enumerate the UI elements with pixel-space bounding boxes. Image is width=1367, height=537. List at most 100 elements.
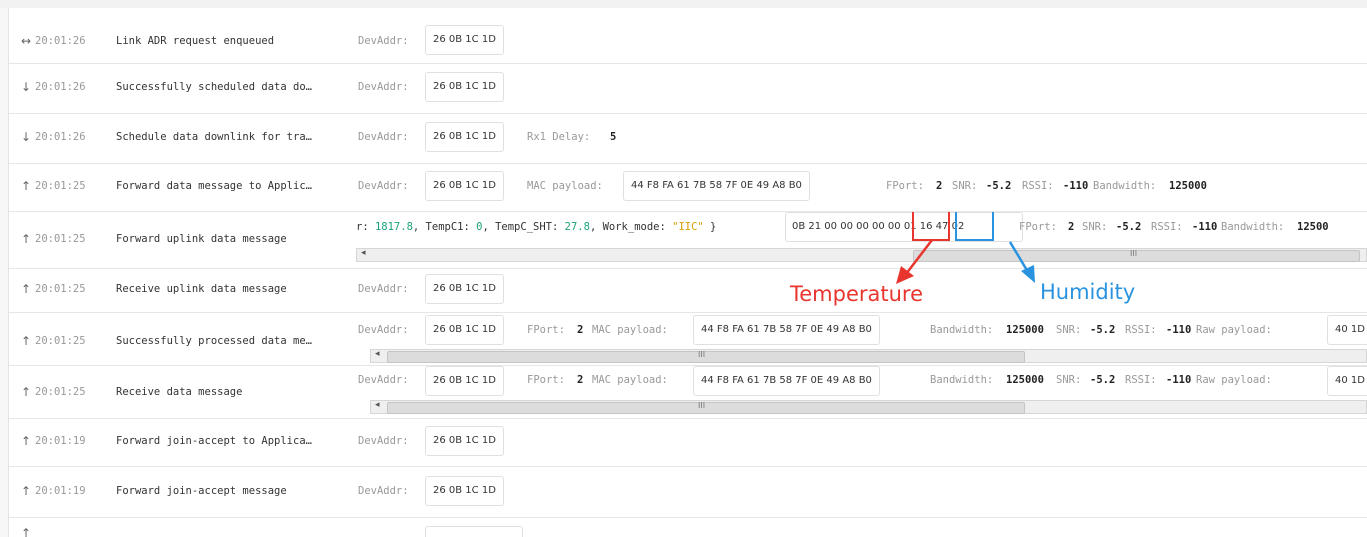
log-time: 20:01:19 (35, 435, 86, 447)
log-message: Successfully scheduled data do… (116, 81, 312, 93)
raw-payload-value[interactable]: 40 1D (1327, 366, 1367, 396)
log-time: 20:01:26 (35, 35, 86, 47)
bandwidth-value: 12500 (1297, 221, 1329, 233)
log-row[interactable]: ↑ 20:01:19 Forward join-accept message D… (9, 467, 1367, 518)
horizontal-scrollbar[interactable]: ◂ III (370, 400, 1367, 414)
log-row[interactable]: ↑ 20:01:25 Forward uplink data message r… (9, 212, 1367, 269)
log-time: 20:01:19 (35, 485, 86, 497)
log-time: 20:01:25 (35, 386, 86, 398)
mac-payload-value[interactable]: 44 F8 FA 61 7B 58 7F 0E 49 A8 B0 (693, 366, 880, 396)
devaddr-label: DevAddr: (358, 131, 409, 143)
fport-value: 2 (577, 324, 584, 336)
left-gutter (0, 8, 9, 537)
devaddr-label: DevAddr: (358, 180, 409, 192)
bandwidth-label: Bandwidth: (1221, 221, 1285, 233)
decoded-object: r: 1817.8, TempC1: 0, TempC_SHT: 27.8, W… (356, 221, 717, 233)
raw-payload-value[interactable]: 40 1D (1327, 315, 1367, 345)
humidity-annotation: Humidity (1040, 280, 1136, 304)
scrollbar-thumb[interactable]: III (387, 401, 1025, 414)
snr-label: SNR: (1056, 374, 1082, 386)
arrow-up-icon: ↑ (21, 484, 32, 498)
rssi-value: -110 (1166, 324, 1192, 336)
log-message: Forward join-accept message (116, 485, 287, 497)
devaddr-value[interactable]: 26 0B 1C 1D (425, 476, 504, 506)
log-row[interactable]: ↓ 20:01:26 Successfully scheduled data d… (9, 64, 1367, 114)
devaddr-value[interactable]: 26 0B 1C 1D (425, 171, 504, 201)
devaddr-label: DevAddr: (358, 374, 409, 386)
log-time: 20:01:25 (35, 283, 86, 295)
mac-payload-label: MAC payload: (527, 180, 603, 192)
log-message: Forward join-accept to Applica… (116, 435, 312, 447)
bandwidth-label: Bandwidth: (930, 324, 994, 336)
scrollbar-thumb[interactable]: III (387, 350, 1025, 363)
log-row[interactable]: ↓ 20:01:26 Schedule data downlink for tr… (9, 114, 1367, 164)
devaddr-value[interactable]: 26 0B 1C 1D (425, 426, 504, 456)
raw-payload-label: Raw payload: (1196, 374, 1272, 386)
top-bar (0, 0, 1367, 8)
snr-label: SNR: (952, 180, 978, 192)
devaddr-value[interactable]: 26 0B 1C 1D (425, 72, 504, 102)
scrollbar-thumb[interactable]: III (913, 249, 1360, 262)
rx1-delay-label: Rx1 Delay: (527, 131, 591, 143)
scrollbar-grip: III (698, 350, 706, 359)
devaddr-value[interactable]: 26 0B 1C 1D (425, 25, 504, 55)
raw-payload-label: Raw payload: (1196, 324, 1272, 336)
rssi-label: RSSI: (1022, 180, 1054, 192)
fport-label: FPort: (527, 324, 565, 336)
snr-label: SNR: (1056, 324, 1082, 336)
bandwidth-value: 125000 (1006, 324, 1044, 336)
devaddr-label: DevAddr: (358, 485, 409, 497)
devaddr-value[interactable]: 26 0B 1C 1D (425, 122, 504, 152)
devaddr-value[interactable]: 26 0B 1C 1D (425, 274, 504, 304)
fport-value: 2 (936, 180, 943, 192)
devaddr-label: DevAddr: (358, 435, 409, 447)
fport-label: FPort: (527, 374, 565, 386)
fport-value: 2 (1068, 221, 1075, 233)
scroll-left-icon[interactable]: ◂ (375, 349, 380, 359)
log-row[interactable]: ↑ 20:01:25 Receive uplink data message D… (9, 269, 1367, 313)
humidity-highlight-box (955, 212, 994, 241)
fport-label: FPort: (1019, 221, 1057, 233)
horizontal-scrollbar[interactable]: ◂ III (356, 248, 1367, 262)
log-message: Forward uplink data message (116, 233, 287, 245)
arrow-down-icon: ↓ (21, 130, 32, 144)
rssi-value: -110 (1192, 221, 1218, 233)
log-time: 20:01:25 (35, 335, 86, 347)
scroll-left-icon[interactable]: ◂ (375, 400, 380, 410)
log-row[interactable]: ↔ 20:01:26 Link ADR request enqueued Dev… (9, 22, 1367, 64)
bandwidth-value: 125000 (1006, 374, 1044, 386)
devaddr-label: DevAddr: (358, 324, 409, 336)
log-row[interactable]: ↑ 20:01:25 Forward data message to Appli… (9, 164, 1367, 212)
bidirectional-arrow-icon: ↔ (21, 34, 32, 48)
log-row[interactable]: ↑ 20:01:25 Receive data message DevAddr:… (9, 366, 1367, 419)
devaddr-value[interactable] (425, 526, 523, 537)
arrow-up-icon: ↑ (21, 232, 32, 246)
log-time: 20:01:25 (35, 233, 86, 245)
scroll-left-icon[interactable]: ◂ (361, 248, 366, 258)
arrow-up-icon: ↑ (21, 179, 32, 193)
log-row[interactable]: ↑ (9, 518, 1367, 537)
mac-payload-value[interactable]: 44 F8 FA 61 7B 58 7F 0E 49 A8 B0 (693, 315, 880, 345)
temperature-annotation: Temperature (790, 282, 924, 306)
mac-payload-value[interactable]: 44 F8 FA 61 7B 58 7F 0E 49 A8 B0 (623, 171, 810, 201)
log-row[interactable]: ↑ 20:01:25 Successfully processed data m… (9, 313, 1367, 366)
arrow-up-icon: ↑ (21, 526, 32, 537)
bandwidth-label: Bandwidth: (930, 374, 994, 386)
arrow-up-icon: ↑ (21, 282, 32, 296)
scrollbar-grip: III (698, 401, 706, 410)
rssi-label: RSSI: (1151, 221, 1183, 233)
mac-payload-label: MAC payload: (592, 374, 668, 386)
snr-value: -5.2 (1116, 221, 1142, 233)
bandwidth-label: Bandwidth: (1093, 180, 1157, 192)
fport-label: FPort: (886, 180, 924, 192)
log-message: Successfully processed data me… (116, 335, 312, 347)
devaddr-value[interactable]: 26 0B 1C 1D (425, 315, 504, 345)
snr-label: SNR: (1082, 221, 1108, 233)
horizontal-scrollbar[interactable]: ◂ III (370, 349, 1367, 363)
log-row[interactable]: ↑ 20:01:19 Forward join-accept to Applic… (9, 419, 1367, 467)
mac-payload-label: MAC payload: (592, 324, 668, 336)
devaddr-value[interactable]: 26 0B 1C 1D (425, 366, 504, 396)
arrow-down-icon: ↓ (21, 80, 32, 94)
log-time: 20:01:26 (35, 81, 86, 93)
rssi-value: -110 (1166, 374, 1192, 386)
